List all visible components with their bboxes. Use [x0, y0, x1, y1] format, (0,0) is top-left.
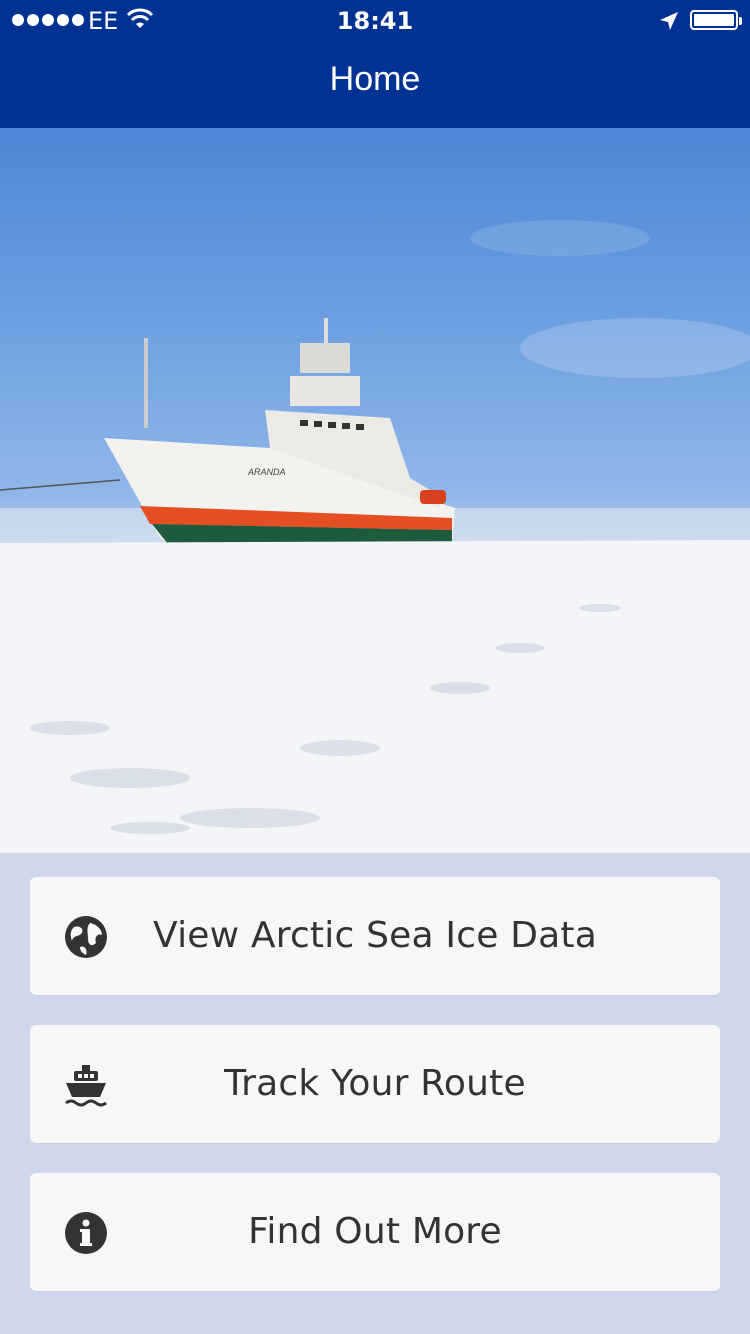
view-arctic-sea-ice-data-button[interactable]: View Arctic Sea Ice Data: [30, 877, 720, 995]
status-time: 18:41: [336, 7, 414, 35]
find-out-more-button[interactable]: Find Out More: [30, 1173, 720, 1291]
battery-icon: [690, 10, 742, 30]
button-label: Find Out More: [248, 1211, 502, 1252]
ship-name-text: ARANDA: [247, 467, 286, 477]
status-bar: EE 18:41: [0, 0, 750, 40]
track-your-route-button[interactable]: Track Your Route: [30, 1025, 720, 1143]
button-label: View Arctic Sea Ice Data: [153, 915, 597, 956]
top-bar: EE 18:41 Home: [0, 0, 750, 128]
button-label: Track Your Route: [224, 1063, 526, 1104]
page-title: Home: [329, 60, 421, 98]
icebreaker-ship-photo: ARANDA: [0, 220, 750, 853]
hero-image: ARANDA: [0, 128, 750, 853]
location-arrow-icon: [660, 12, 678, 30]
